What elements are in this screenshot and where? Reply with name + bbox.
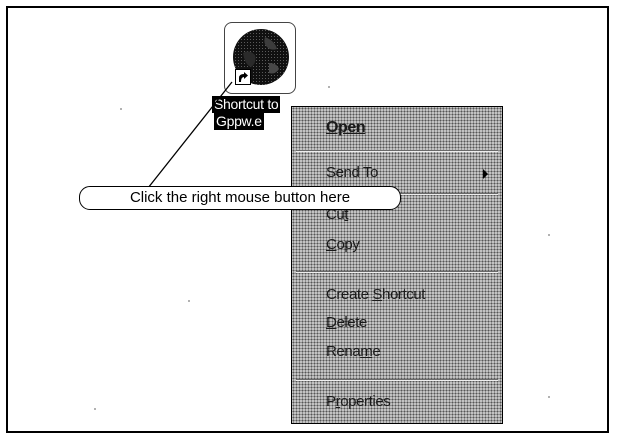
context-menu: Open Send To Cut Copy Create Shortcut De… bbox=[291, 106, 503, 424]
menu-item-send-to-label: Send To bbox=[326, 164, 378, 181]
menu-item-copy[interactable]: Copy bbox=[326, 236, 360, 253]
menu-item-rename[interactable]: Rename bbox=[326, 343, 381, 360]
icon-label-line1: Shortcut to bbox=[212, 96, 281, 113]
scan-speck bbox=[94, 408, 96, 410]
callout-text: Click the right mouse button here bbox=[129, 189, 351, 206]
menu-item-open-label: Open bbox=[326, 119, 366, 136]
shortcut-arrow-icon bbox=[235, 69, 251, 85]
icon-frame bbox=[224, 22, 296, 94]
scan-speck bbox=[188, 300, 190, 302]
instruction-callout: Click the right mouse button here bbox=[79, 186, 401, 210]
desktop-shortcut-icon[interactable] bbox=[224, 22, 296, 96]
scan-speck bbox=[120, 108, 122, 110]
menu-item-properties-label: Properties bbox=[326, 393, 391, 410]
menu-separator bbox=[296, 150, 498, 152]
menu-item-delete[interactable]: Delete bbox=[326, 314, 367, 331]
desktop-icon-label[interactable]: Shortcut to Gppw.e bbox=[212, 96, 281, 130]
scan-speck bbox=[548, 234, 550, 236]
menu-item-create-shortcut[interactable]: Create Shortcut bbox=[326, 286, 425, 303]
menu-item-delete-label: Delete bbox=[326, 314, 367, 331]
menu-item-open[interactable]: Open bbox=[326, 119, 366, 137]
menu-item-copy-label: Copy bbox=[326, 236, 360, 253]
scan-speck bbox=[548, 396, 550, 398]
scan-speck bbox=[328, 86, 330, 88]
menu-item-properties[interactable]: Properties bbox=[326, 393, 391, 410]
menu-item-create-shortcut-label: Create Shortcut bbox=[326, 286, 426, 303]
menu-item-send-to[interactable]: Send To bbox=[326, 164, 378, 181]
menu-separator bbox=[296, 271, 498, 273]
submenu-arrow-icon bbox=[483, 169, 488, 179]
menu-separator bbox=[296, 379, 498, 381]
icon-label-line2: Gppw.e bbox=[214, 113, 264, 130]
menu-item-rename-label: Rename bbox=[326, 343, 381, 360]
